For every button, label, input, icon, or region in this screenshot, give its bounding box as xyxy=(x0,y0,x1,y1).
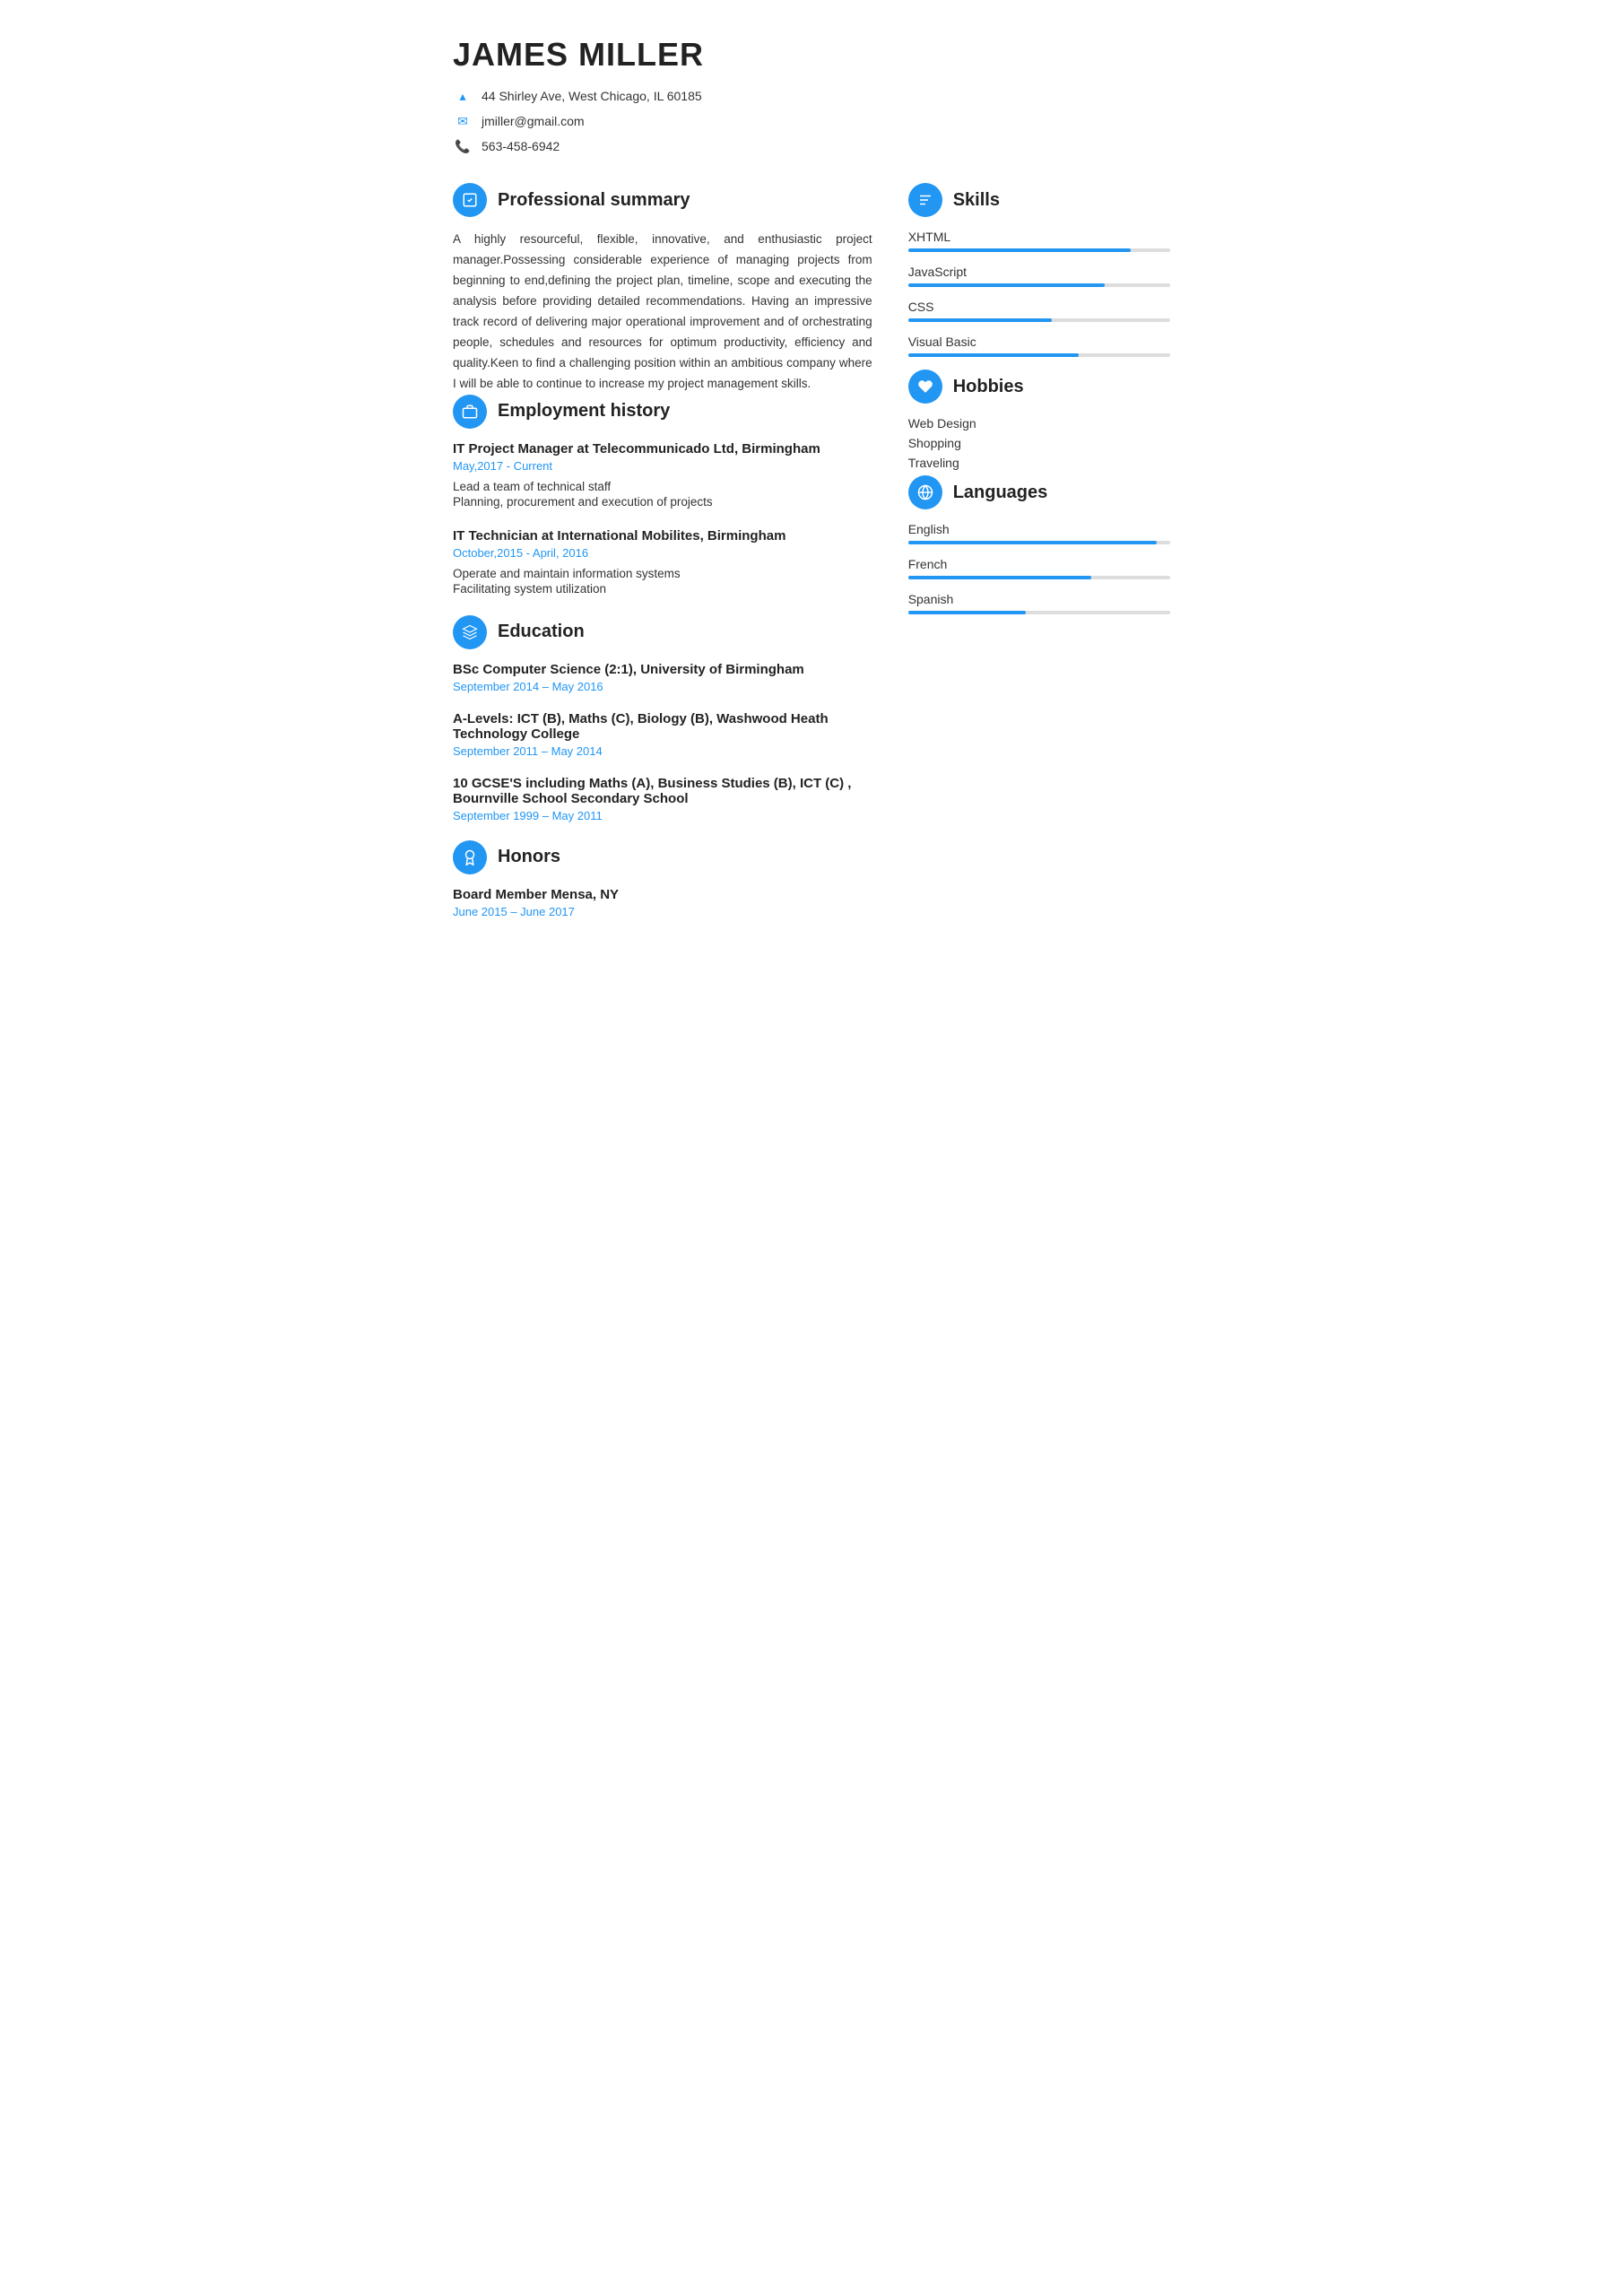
honors-title: Honors xyxy=(498,847,560,867)
lang-0-bar-bg xyxy=(908,541,1170,544)
phone-item: 📞 563-458-6942 xyxy=(453,136,1170,156)
job-0: IT Project Manager at Telecommunicado Lt… xyxy=(453,441,872,509)
job-0-duty-0: Lead a team of technical staff xyxy=(453,480,872,493)
job-0-date: May,2017 - Current xyxy=(453,459,872,473)
skill-0-name: XHTML xyxy=(908,230,1170,244)
summary-icon xyxy=(453,183,487,217)
hobby-0: Web Design xyxy=(908,416,1170,430)
languages-header: Languages xyxy=(908,475,1170,509)
education-header: Education xyxy=(453,615,872,649)
edu-0-date: September 2014 – May 2016 xyxy=(453,680,872,693)
skill-1: JavaScript xyxy=(908,265,1170,287)
edu-0: BSc Computer Science (2:1), University o… xyxy=(453,662,872,693)
summary-section: Professional summary A highly resourcefu… xyxy=(453,183,872,395)
honors-icon xyxy=(453,840,487,874)
employment-icon xyxy=(453,395,487,429)
hobbies-title: Hobbies xyxy=(953,377,1024,397)
lang-2: Spanish xyxy=(908,592,1170,614)
employment-title: Employment history xyxy=(498,401,670,422)
skills-title: Skills xyxy=(953,190,1000,211)
lang-2-bar-fill xyxy=(908,611,1027,614)
email-text: jmiller@gmail.com xyxy=(482,114,585,128)
honors-section: Honors Board Member Mensa, NY June 2015 … xyxy=(453,840,872,918)
job-0-duty-1: Planning, procurement and execution of p… xyxy=(453,495,872,509)
email-item: ✉ jmiller@gmail.com xyxy=(453,111,1170,131)
edu-2-degree: 10 GCSE'S including Maths (A), Business … xyxy=(453,776,872,806)
hobbies-section: Hobbies Web Design Shopping Traveling xyxy=(908,370,1170,470)
skill-3: Visual Basic xyxy=(908,335,1170,357)
lang-1-bar-bg xyxy=(908,576,1170,579)
skills-section: Skills XHTML JavaScript CSS xyxy=(908,183,1170,357)
summary-title: Professional summary xyxy=(498,190,690,211)
lang-1-name: French xyxy=(908,557,1170,571)
lang-1: French xyxy=(908,557,1170,579)
skills-icon xyxy=(908,183,942,217)
skill-2: CSS xyxy=(908,300,1170,322)
address-text: 44 Shirley Ave, West Chicago, IL 60185 xyxy=(482,89,702,103)
lang-2-bar-bg xyxy=(908,611,1170,614)
job-1: IT Technician at International Mobilites… xyxy=(453,528,872,596)
skill-0-bar-fill xyxy=(908,248,1131,252)
languages-title: Languages xyxy=(953,483,1048,503)
header: JAMES MILLER ▴ 44 Shirley Ave, West Chic… xyxy=(453,36,1170,156)
skill-1-bar-fill xyxy=(908,283,1105,287)
skill-3-bar-bg xyxy=(908,353,1170,357)
job-1-title: IT Technician at International Mobilites… xyxy=(453,528,872,544)
full-name: JAMES MILLER xyxy=(453,36,1170,74)
job-1-duty-0: Operate and maintain information systems xyxy=(453,567,872,580)
left-column: Professional summary A highly resourcefu… xyxy=(453,183,872,918)
skill-0: XHTML xyxy=(908,230,1170,252)
job-1-duty-1: Facilitating system utilization xyxy=(453,582,872,596)
skill-2-name: CSS xyxy=(908,300,1170,314)
job-0-title: IT Project Manager at Telecommunicado Lt… xyxy=(453,441,872,457)
contact-info: ▴ 44 Shirley Ave, West Chicago, IL 60185… xyxy=(453,86,1170,156)
job-1-duties: Operate and maintain information systems… xyxy=(453,567,872,596)
skill-1-name: JavaScript xyxy=(908,265,1170,279)
lang-0-bar-fill xyxy=(908,541,1158,544)
hobby-1: Shopping xyxy=(908,436,1170,450)
edu-2-date: September 1999 – May 2011 xyxy=(453,809,872,822)
lang-0: English xyxy=(908,522,1170,544)
skills-header: Skills xyxy=(908,183,1170,217)
lang-1-bar-fill xyxy=(908,576,1092,579)
skill-2-bar-bg xyxy=(908,318,1170,322)
main-layout: Professional summary A highly resourcefu… xyxy=(453,183,1170,918)
languages-section: Languages English French Spanish xyxy=(908,475,1170,614)
education-icon xyxy=(453,615,487,649)
skill-0-bar-bg xyxy=(908,248,1170,252)
lang-2-name: Spanish xyxy=(908,592,1170,606)
location-icon: ▴ xyxy=(453,86,473,106)
edu-1-date: September 2011 – May 2014 xyxy=(453,744,872,758)
hobbies-icon xyxy=(908,370,942,404)
phone-icon: 📞 xyxy=(453,136,473,156)
employment-section: Employment history IT Project Manager at… xyxy=(453,395,872,596)
edu-2: 10 GCSE'S including Maths (A), Business … xyxy=(453,776,872,822)
hobby-2: Traveling xyxy=(908,456,1170,470)
education-title: Education xyxy=(498,622,585,642)
edu-0-degree: BSc Computer Science (2:1), University o… xyxy=(453,662,872,677)
address-item: ▴ 44 Shirley Ave, West Chicago, IL 60185 xyxy=(453,86,1170,106)
email-icon: ✉ xyxy=(453,111,473,131)
honors-header: Honors xyxy=(453,840,872,874)
edu-1-degree: A-Levels: ICT (B), Maths (C), Biology (B… xyxy=(453,711,872,742)
summary-text: A highly resourceful, flexible, innovati… xyxy=(453,230,872,395)
right-column: Skills XHTML JavaScript CSS xyxy=(908,183,1170,918)
skill-3-bar-fill xyxy=(908,353,1079,357)
honor-0-title: Board Member Mensa, NY xyxy=(453,887,872,902)
employment-header: Employment history xyxy=(453,395,872,429)
job-1-date: October,2015 - April, 2016 xyxy=(453,546,872,560)
skill-1-bar-bg xyxy=(908,283,1170,287)
languages-icon xyxy=(908,475,942,509)
skill-3-name: Visual Basic xyxy=(908,335,1170,349)
honor-0-date: June 2015 – June 2017 xyxy=(453,905,872,918)
summary-header: Professional summary xyxy=(453,183,872,217)
edu-1: A-Levels: ICT (B), Maths (C), Biology (B… xyxy=(453,711,872,758)
lang-0-name: English xyxy=(908,522,1170,536)
skill-2-bar-fill xyxy=(908,318,1053,322)
job-0-duties: Lead a team of technical staff Planning,… xyxy=(453,480,872,509)
hobbies-header: Hobbies xyxy=(908,370,1170,404)
education-section: Education BSc Computer Science (2:1), Un… xyxy=(453,615,872,822)
phone-text: 563-458-6942 xyxy=(482,139,560,153)
